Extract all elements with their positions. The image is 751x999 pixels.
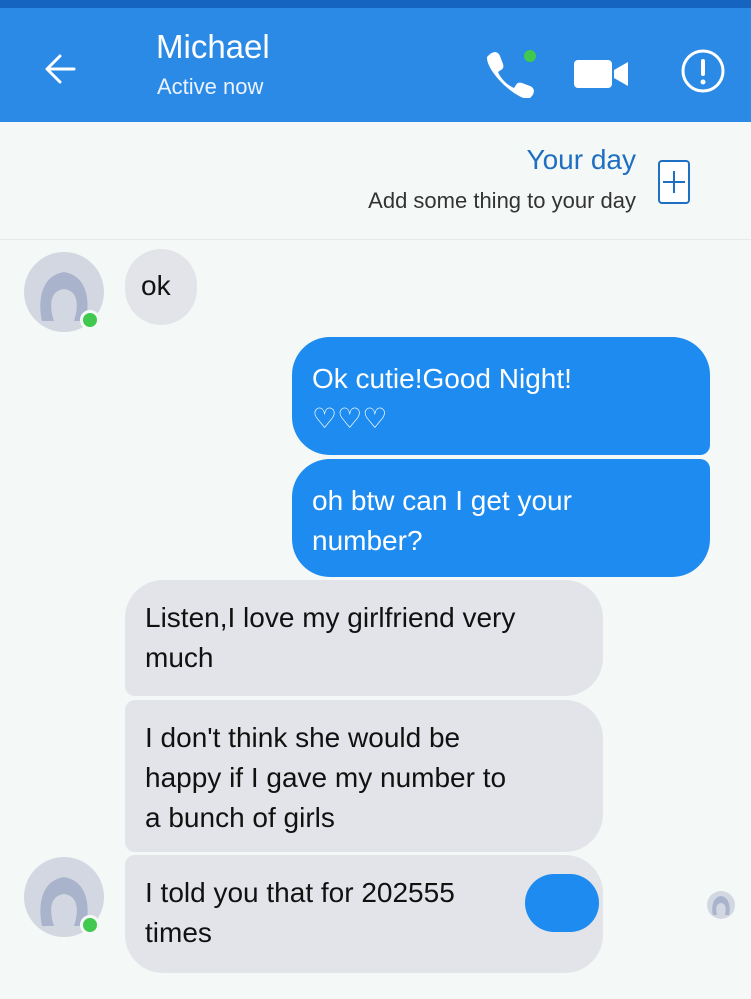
message-line: a bunch of girls [145,802,335,833]
back-arrow-icon[interactable] [38,46,84,92]
message-line: oh btw can I get your [312,485,572,516]
message-line: much [145,642,214,673]
online-indicator [80,915,100,935]
online-indicator [80,310,100,330]
incoming-message-bubble[interactable]: ok [125,249,197,325]
message-line: I told you that for 202555 [145,877,455,908]
message-line: I don't think she would be [145,722,461,753]
message-line: number? [312,525,423,556]
chat-header: Michael Active now [0,8,751,122]
your-day-section: Your day Add some thing to your day [0,122,751,240]
active-status: Active now [157,74,264,99]
message-text: Ok cutie!Good Night! [312,363,572,394]
message-text: ok [141,270,171,301]
outgoing-message-bubble[interactable]: Ok cutie!Good Night! ♡♡♡ [292,337,710,455]
message-line: happy if I gave my number to [145,762,507,793]
info-icon[interactable] [680,48,726,94]
outgoing-message-bubble[interactable]: oh btw can I get your number? [292,459,710,577]
message-line: times [145,917,212,948]
video-camera-icon[interactable] [570,54,634,94]
message-line: Listen,I love my girlfriend very [145,602,516,633]
top-edge [0,0,751,8]
your-day-subtitle[interactable]: Add some thing to your day [368,188,636,214]
incoming-message-bubble[interactable]: I don't think she would be happy if I ga… [125,700,603,852]
heart-emojis: ♡♡♡ [312,403,388,434]
incoming-message-bubble[interactable]: Listen,I love my girlfriend very much [125,580,603,696]
redaction-mark [525,874,599,932]
seen-avatar-icon [707,891,735,919]
contact-name[interactable]: Michael [156,28,270,66]
your-day-title[interactable]: Your day [527,144,637,176]
plus-icon[interactable] [656,158,692,206]
phone-call-icon[interactable] [482,46,542,98]
